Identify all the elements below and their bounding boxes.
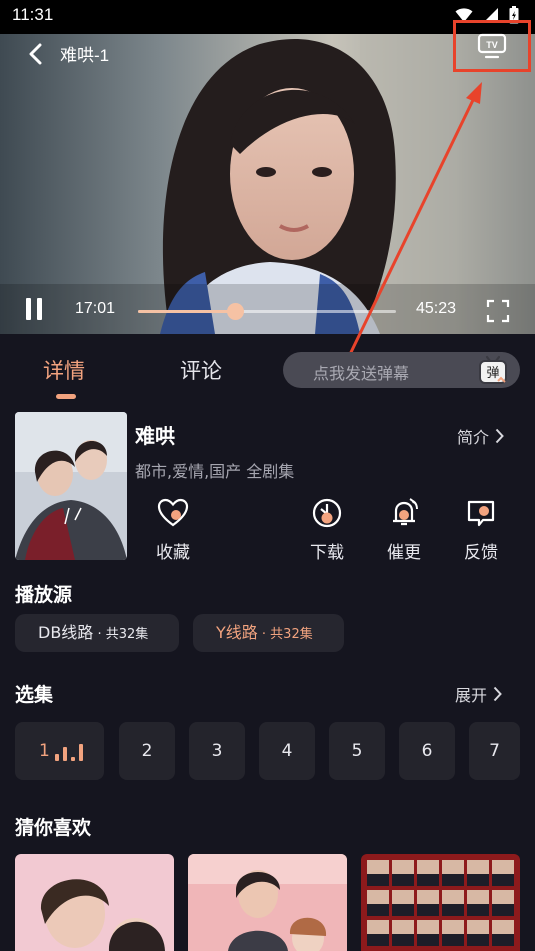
chevron-right-icon bbox=[493, 686, 502, 702]
download-button[interactable]: 下载 bbox=[297, 496, 357, 563]
show-title: 难哄 bbox=[135, 424, 175, 448]
playing-indicator-icon bbox=[55, 743, 83, 761]
danmaku-placeholder: 点我发送弹幕 bbox=[313, 364, 410, 383]
show-poster[interactable] bbox=[15, 412, 127, 560]
episodes-title: 选集 bbox=[15, 684, 54, 706]
source-chip-db[interactable]: DB线路 · 共32集 bbox=[15, 614, 179, 652]
episode-button[interactable]: 6 bbox=[399, 722, 455, 780]
recommend-card[interactable] bbox=[188, 854, 347, 951]
feedback-button[interactable]: 反馈 bbox=[451, 496, 511, 563]
source-db-name: DB线路 bbox=[38, 623, 94, 642]
sources-title: 播放源 bbox=[15, 584, 73, 606]
danmaku-input[interactable]: 点我发送弹幕 弹 bbox=[283, 352, 520, 388]
intro-label: 简介 bbox=[457, 428, 490, 447]
feedback-label: 反馈 bbox=[464, 543, 498, 563]
chevron-right-icon bbox=[495, 428, 504, 444]
episode-button[interactable]: 7 bbox=[469, 722, 520, 780]
episode-button[interactable]: 2 bbox=[119, 722, 175, 780]
recommend-card[interactable] bbox=[15, 854, 174, 951]
expand-episodes-link[interactable]: 展开 bbox=[455, 682, 502, 706]
episode-number: 1 bbox=[39, 741, 50, 761]
episode-1-current[interactable]: 1 bbox=[15, 722, 104, 780]
favorite-button[interactable]: 收藏 bbox=[143, 496, 203, 563]
recommend-card[interactable] bbox=[361, 854, 520, 951]
tab-indicator bbox=[56, 394, 76, 399]
danmaku-icon[interactable]: 弹 bbox=[477, 354, 509, 386]
tab-comments[interactable]: 评论 bbox=[180, 355, 222, 385]
playing-bar bbox=[63, 747, 67, 761]
recommend-title: 猜你喜欢 bbox=[15, 817, 92, 839]
source-chip-y[interactable]: Y线路 · 共32集 bbox=[193, 614, 344, 652]
expand-label: 展开 bbox=[455, 686, 488, 705]
tab-details[interactable]: 详情 bbox=[43, 355, 85, 385]
show-tags: 都市,爱情,国产 全剧集 bbox=[135, 462, 295, 481]
source-db-count: · 共32集 bbox=[93, 627, 149, 642]
episode-button[interactable]: 5 bbox=[329, 722, 385, 780]
episode-button[interactable]: 4 bbox=[259, 722, 315, 780]
playing-bar bbox=[79, 744, 83, 761]
bell-icon bbox=[393, 498, 418, 526]
heart-icon bbox=[157, 498, 189, 527]
playing-bar bbox=[55, 754, 59, 761]
download-label: 下载 bbox=[310, 543, 344, 563]
source-y-name: Y线路 bbox=[216, 623, 258, 642]
feedback-icon bbox=[467, 500, 495, 527]
download-icon bbox=[312, 498, 342, 528]
favorite-label: 收藏 bbox=[156, 543, 190, 563]
danmaku-icon-text: 弹 bbox=[486, 366, 499, 381]
playing-bar bbox=[71, 757, 75, 761]
intro-link[interactable]: 简介 bbox=[457, 424, 504, 448]
source-y-count: · 共32集 bbox=[257, 627, 313, 642]
episode-button[interactable]: 3 bbox=[189, 722, 245, 780]
urge-update-label: 催更 bbox=[387, 543, 421, 563]
urge-update-button[interactable]: 催更 bbox=[374, 496, 434, 563]
